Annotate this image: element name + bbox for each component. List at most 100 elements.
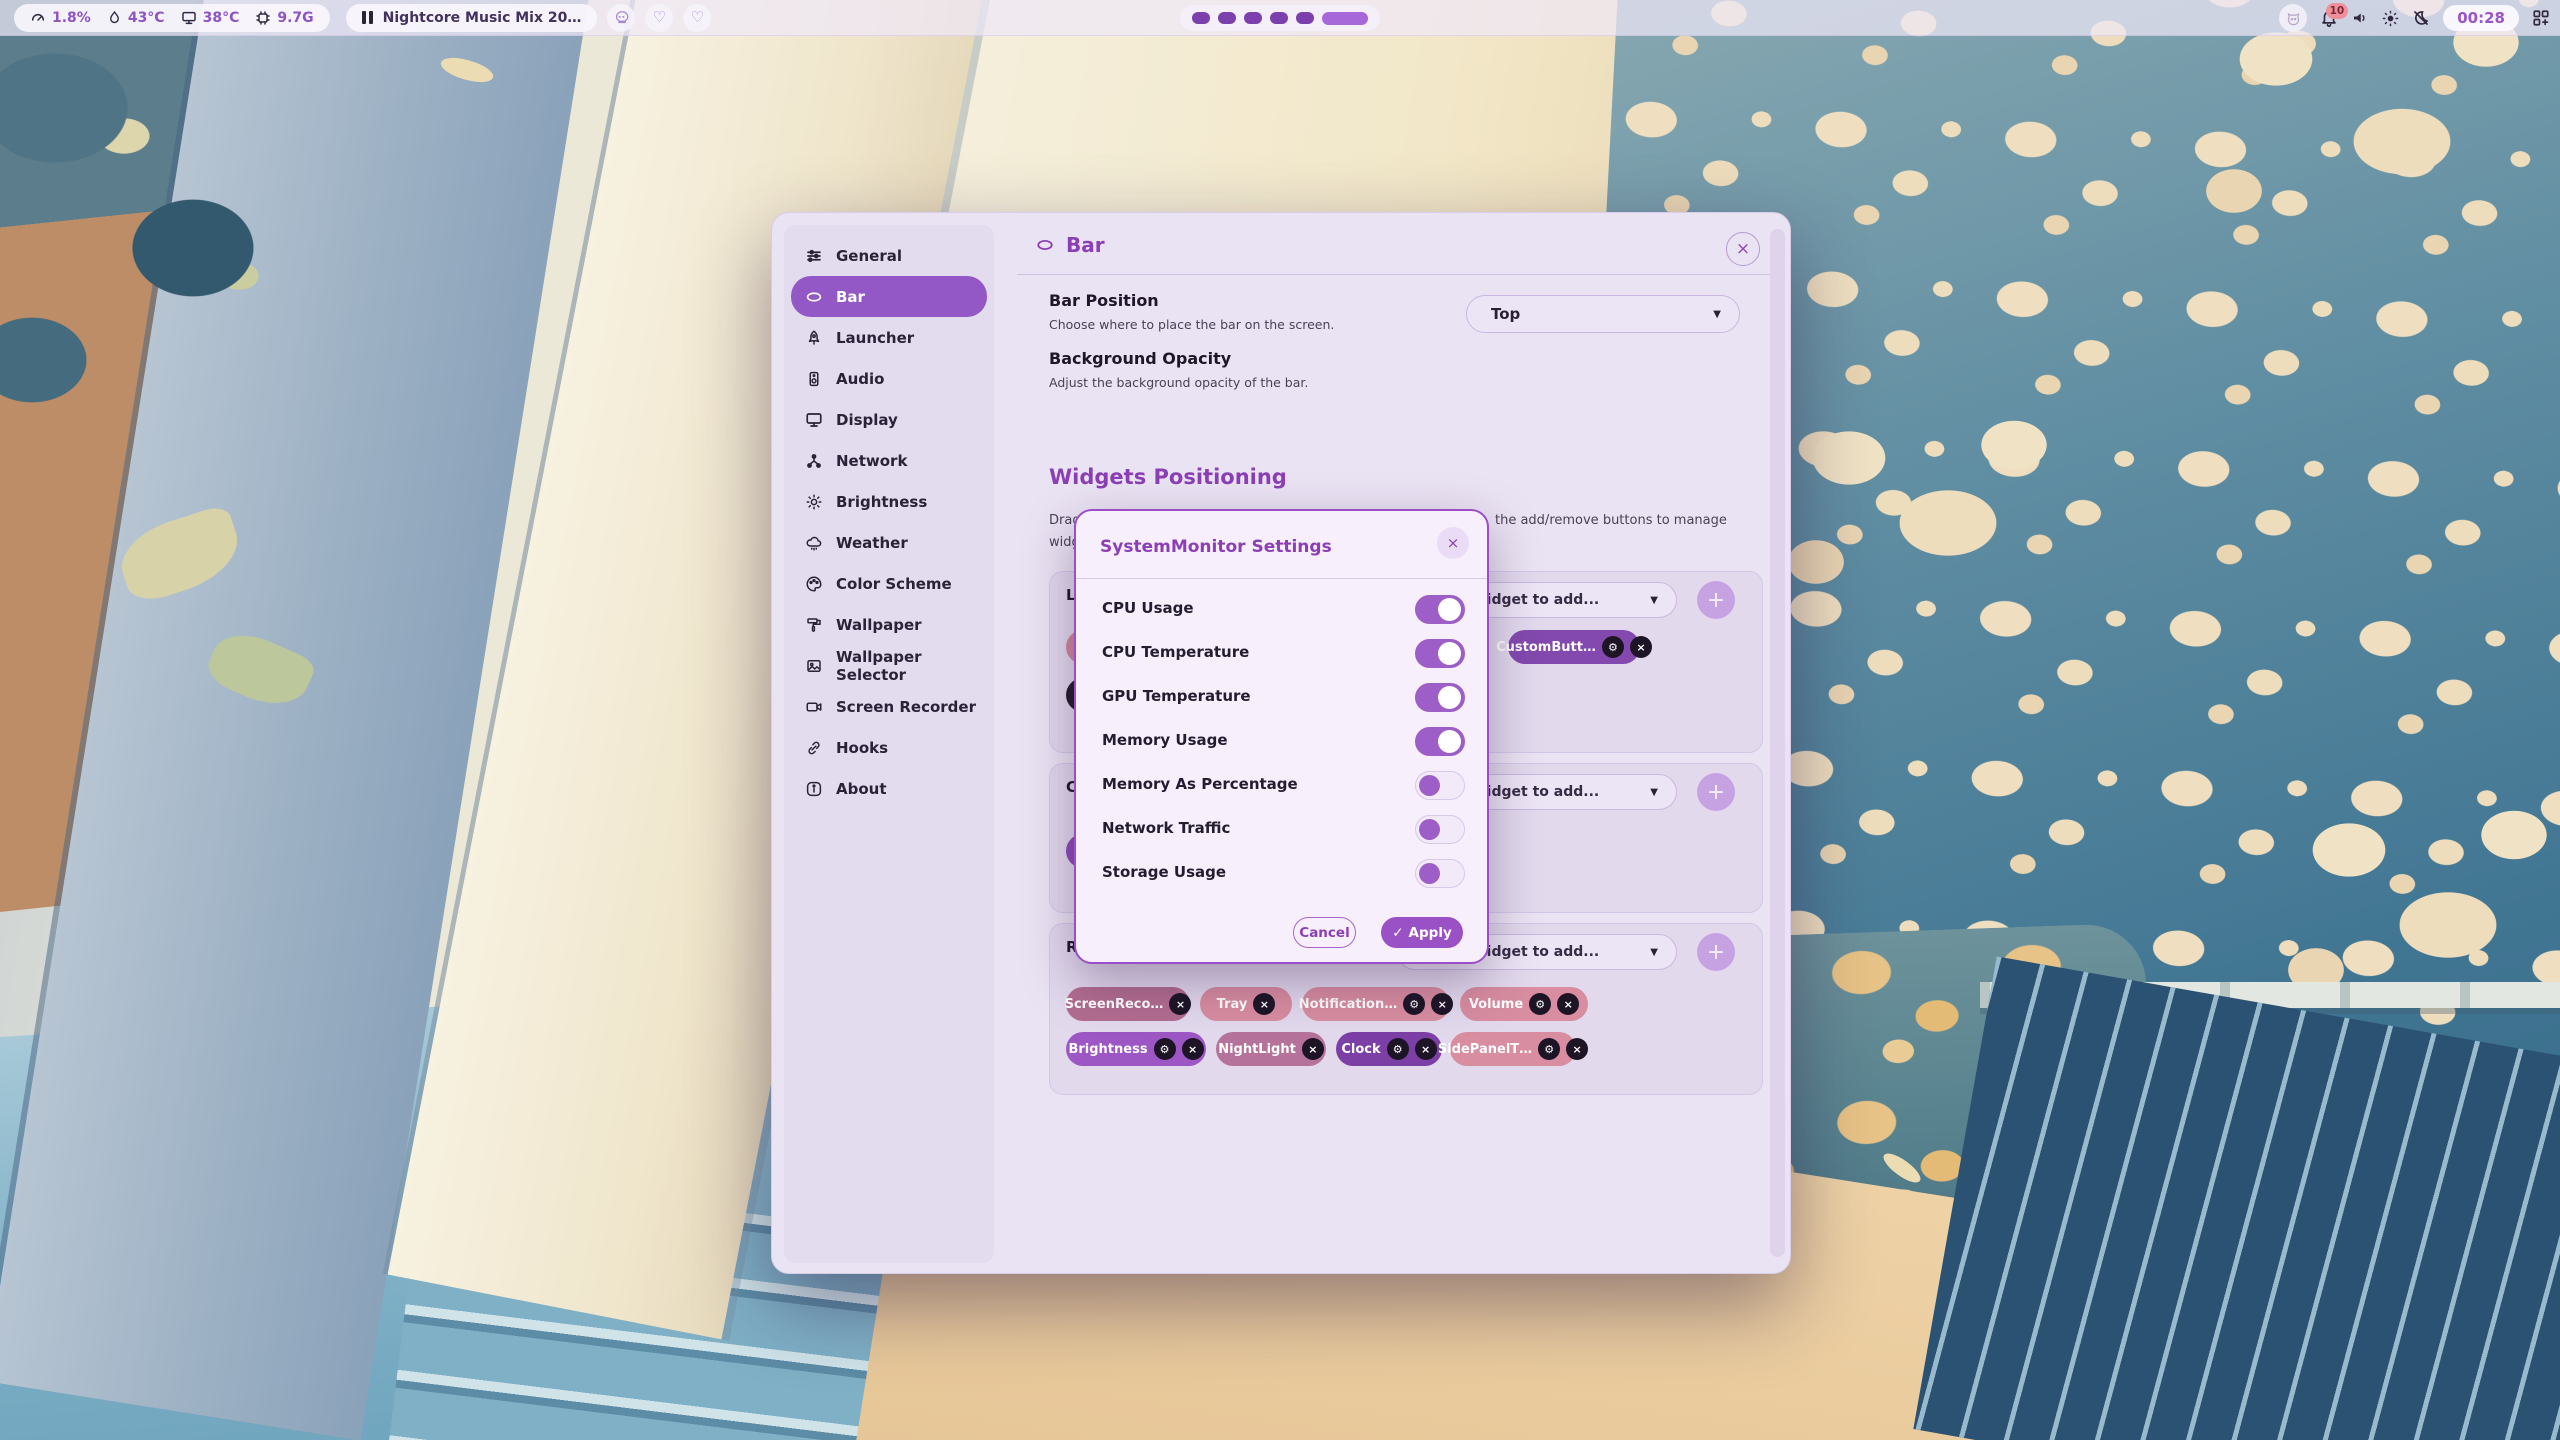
gpu-temperature-toggle[interactable] — [1415, 683, 1465, 712]
background-opacity-label: Background Opacity — [1049, 349, 1231, 368]
toggle-label: Memory Usage — [1102, 731, 1228, 749]
sidebar-item-launcher[interactable]: Launcher — [791, 317, 987, 358]
widget-chip-notification[interactable]: Notification… ⚙ × — [1302, 987, 1450, 1021]
gear-icon[interactable]: ⚙ — [1403, 993, 1425, 1015]
heart-button[interactable]: ♡ — [645, 4, 673, 32]
gear-icon[interactable]: ⚙ — [1154, 1038, 1176, 1060]
chip-label: Notification… — [1299, 997, 1397, 1012]
toggle-row-cpu-usage: CPU Usage — [1076, 587, 1487, 631]
gear-icon[interactable]: ⚙ — [1387, 1038, 1409, 1060]
dialog-close-button[interactable]: × — [1437, 527, 1469, 559]
gear-icon[interactable]: ⚙ — [1538, 1038, 1560, 1060]
skull-icon — [614, 10, 629, 25]
remove-icon[interactable]: × — [1431, 993, 1453, 1015]
dialog-divider — [1076, 578, 1487, 579]
sidebar-item-wallpaper[interactable]: Wallpaper — [791, 604, 987, 645]
close-icon: × — [1447, 534, 1460, 552]
cpu-temp-value: 43°C — [128, 10, 165, 26]
pause-icon[interactable] — [362, 11, 373, 24]
workspace-dot[interactable] — [1244, 12, 1262, 24]
sidebar-item-about[interactable]: About — [791, 768, 987, 809]
cpu-temperature-toggle[interactable] — [1415, 639, 1465, 668]
widget-chip-sidepanel[interactable]: SidePanelT… ⚙ × — [1450, 1032, 1576, 1066]
workspace-dot-active[interactable] — [1322, 12, 1368, 25]
chip-label: Clock — [1341, 1042, 1380, 1057]
storage-usage-toggle[interactable] — [1415, 859, 1465, 888]
night-light-button[interactable] — [2412, 9, 2430, 27]
gpu-temp-value: 38°C — [203, 10, 240, 26]
sidebar-item-network[interactable]: Network — [791, 440, 987, 481]
remove-icon[interactable]: × — [1557, 993, 1579, 1015]
cancel-button[interactable]: Cancel — [1293, 917, 1356, 948]
sidebar-item-hooks[interactable]: Hooks — [791, 727, 987, 768]
sidebar-item-weather[interactable]: Weather — [791, 522, 987, 563]
chip-label: SidePanelT… — [1438, 1042, 1532, 1057]
bar-position-dropdown[interactable]: Top ▼ — [1466, 295, 1740, 333]
top-bar: 1.8% 43°C 38°C 9.7G Nightcore Music Mix … — [0, 0, 2560, 36]
tray-app-button[interactable] — [2279, 4, 2307, 32]
sidebar-item-label: Bar — [836, 288, 865, 306]
toggle-label: Network Traffic — [1102, 819, 1230, 837]
apply-button[interactable]: ✓ Apply — [1381, 917, 1463, 948]
media-player-module[interactable]: Nightcore Music Mix 20… — [346, 4, 598, 32]
widget-chip-brightness[interactable]: Brightness ⚙ × — [1066, 1032, 1206, 1066]
sidebar-item-display[interactable]: Display — [791, 399, 987, 440]
network-traffic-toggle[interactable] — [1415, 815, 1465, 844]
notifications-button[interactable]: 10 — [2320, 9, 2338, 27]
remove-icon[interactable]: × — [1182, 1038, 1204, 1060]
widget-chip-custombutton[interactable]: CustomButt… ⚙ × — [1508, 630, 1640, 664]
workspace-dot[interactable] — [1218, 12, 1236, 24]
remove-icon[interactable]: × — [1253, 993, 1275, 1015]
clock-value: 00:28 — [2457, 9, 2505, 27]
overview-button[interactable] — [2532, 9, 2550, 27]
brightness-button[interactable] — [2382, 10, 2399, 27]
remove-icon[interactable]: × — [1302, 1038, 1324, 1060]
gear-icon[interactable]: ⚙ — [1529, 993, 1551, 1015]
remove-icon[interactable]: × — [1415, 1038, 1437, 1060]
scrollbar-track[interactable] — [1770, 229, 1785, 1257]
skull-button[interactable] — [607, 4, 635, 32]
sliders-icon — [805, 247, 823, 265]
bar-oval-icon — [805, 288, 823, 306]
add-widget-button[interactable]: + — [1697, 933, 1735, 971]
cpu-usage-toggle[interactable] — [1415, 595, 1465, 624]
widget-chip-tray[interactable]: Tray × — [1200, 987, 1292, 1021]
workspace-dot[interactable] — [1296, 12, 1314, 24]
bar-position-description: Choose where to place the bar on the scr… — [1049, 317, 1334, 332]
add-widget-button[interactable]: + — [1697, 773, 1735, 811]
workspace-indicator[interactable] — [1180, 5, 1380, 31]
sidebar-item-color-scheme[interactable]: Color Scheme — [791, 563, 987, 604]
memory-as-percentage-toggle[interactable] — [1415, 771, 1465, 800]
sidebar-item-audio[interactable]: Audio — [791, 358, 987, 399]
cancel-button-label: Cancel — [1299, 925, 1349, 941]
clock-module[interactable]: 00:28 — [2443, 5, 2519, 31]
chip-label: Volume — [1469, 997, 1523, 1012]
sidebar-item-label: Display — [836, 411, 898, 429]
widget-chip-volume[interactable]: Volume ⚙ × — [1460, 987, 1588, 1021]
speaker-box-icon — [805, 370, 823, 388]
add-widget-button[interactable]: + — [1697, 581, 1735, 619]
gear-icon[interactable]: ⚙ — [1602, 636, 1624, 658]
sidebar-item-bar[interactable]: Bar — [791, 276, 987, 317]
sidebar-item-screen-recorder[interactable]: Screen Recorder — [791, 686, 987, 727]
widget-chip-nightlight[interactable]: NightLight × — [1216, 1032, 1326, 1066]
sidebar-item-brightness[interactable]: Brightness — [791, 481, 987, 522]
sidebar-item-wallpaper-selector[interactable]: Wallpaper Selector — [791, 645, 987, 686]
heart-button[interactable]: ♡ — [683, 4, 711, 32]
settings-window: General Bar Launcher Audio Display Netwo… — [771, 212, 1791, 1274]
sidebar-item-general[interactable]: General — [791, 235, 987, 276]
memory-usage-toggle[interactable] — [1415, 727, 1465, 756]
widget-chip-screenrecorder[interactable]: ScreenReco… × — [1066, 987, 1190, 1021]
window-close-button[interactable]: × — [1726, 232, 1760, 266]
image-icon — [805, 657, 823, 675]
close-icon: × — [1736, 239, 1750, 259]
widget-chip-clock[interactable]: Clock ⚙ × — [1336, 1032, 1442, 1066]
remove-icon[interactable]: × — [1566, 1038, 1588, 1060]
remove-icon[interactable]: × — [1630, 636, 1652, 658]
workspace-dot[interactable] — [1270, 12, 1288, 24]
workspace-dot[interactable] — [1192, 12, 1210, 24]
volume-button[interactable] — [2351, 9, 2369, 27]
system-stats-module[interactable]: 1.8% 43°C 38°C 9.7G — [14, 4, 330, 32]
monitor-icon — [805, 411, 823, 429]
remove-icon[interactable]: × — [1169, 993, 1191, 1015]
